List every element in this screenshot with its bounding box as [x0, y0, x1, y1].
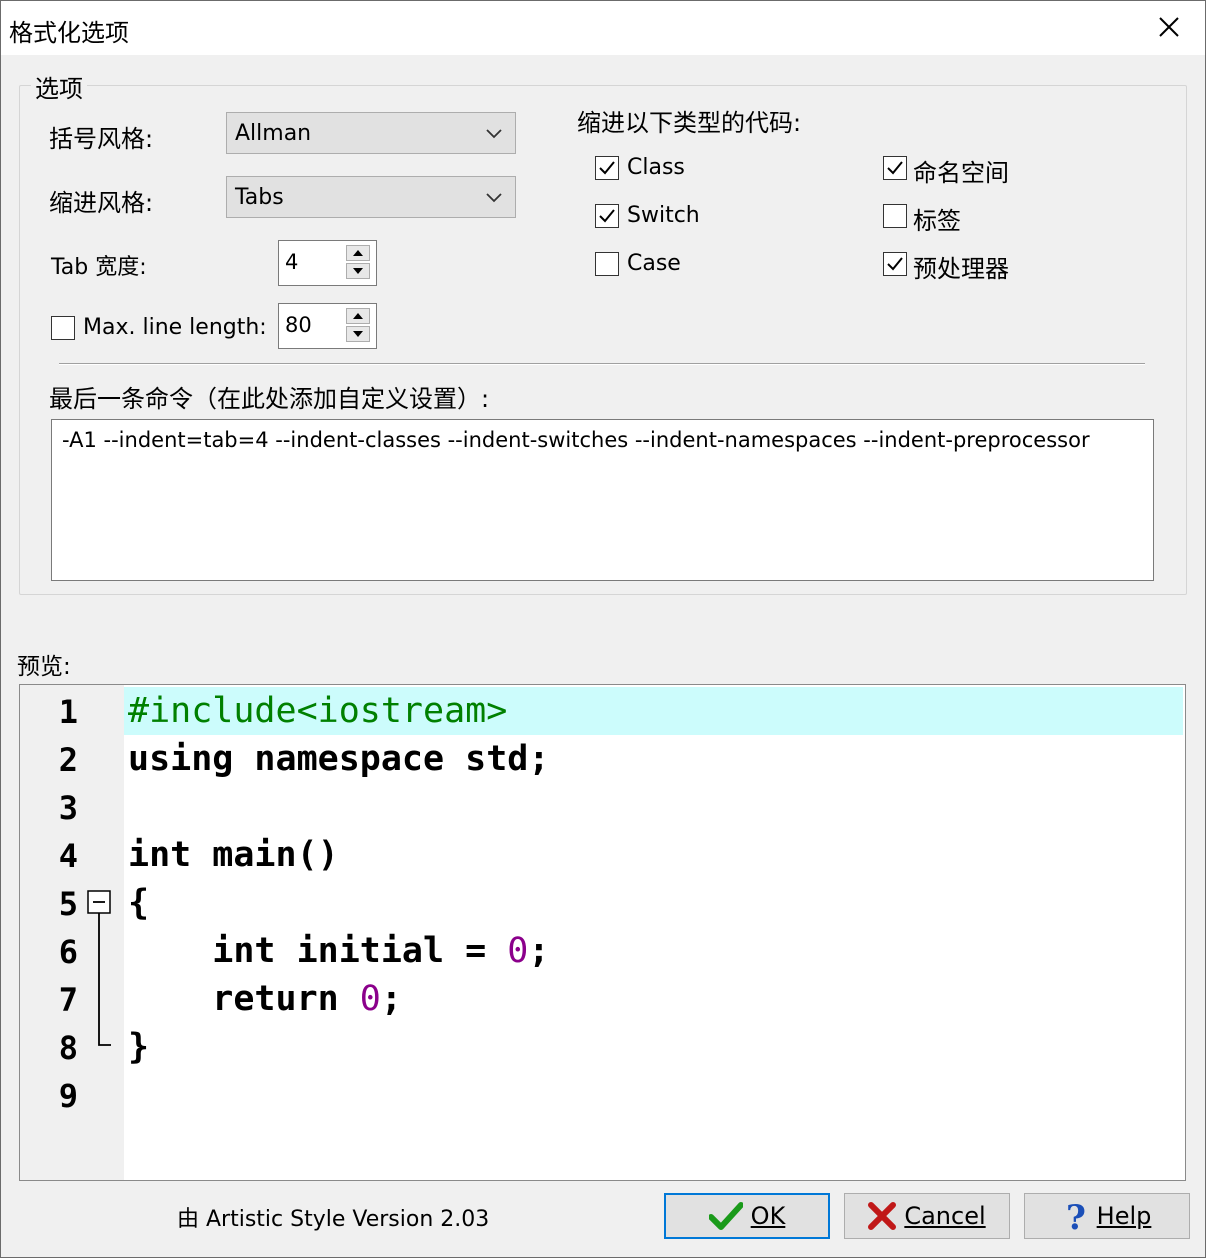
line-number: 1	[58, 693, 78, 731]
tab-width-label: Tab 宽度:	[51, 255, 147, 280]
help-label: Help	[1096, 1202, 1152, 1230]
preprocessor-checkbox[interactable]	[883, 252, 907, 276]
ok-button[interactable]: OK	[664, 1193, 830, 1239]
preview-label: 预览:	[17, 654, 71, 680]
options-group-title: 选项	[31, 69, 87, 104]
code-line-4: int main()	[128, 835, 339, 875]
line-number: 5	[58, 885, 78, 923]
indent-style-value: Tabs	[235, 184, 284, 210]
tab-width-spinner[interactable]: 4	[278, 240, 377, 286]
arrow-up-icon	[353, 250, 363, 256]
bracket-style-label: 括号风格:	[49, 125, 154, 153]
tab-width-up-button[interactable]	[346, 245, 370, 261]
ok-label: OK	[750, 1202, 786, 1230]
help-question-icon: ?	[1066, 1199, 1086, 1233]
line-number: 2	[58, 741, 78, 779]
help-button[interactable]: ? Help	[1024, 1193, 1190, 1239]
arrow-up-icon	[353, 313, 363, 319]
arrow-down-icon	[353, 268, 363, 274]
cancel-button[interactable]: Cancel	[844, 1193, 1010, 1239]
switch-checkbox[interactable]	[595, 204, 619, 228]
arrow-down-icon	[353, 331, 363, 337]
label-checkbox[interactable]	[883, 204, 907, 228]
code-line-7: return 0;	[128, 979, 402, 1019]
max-line-length-value: 80	[285, 313, 312, 337]
line-number: 8	[58, 1029, 78, 1067]
chevron-down-icon	[486, 193, 502, 203]
namespace-label: 命名空间	[913, 159, 1009, 187]
svg-text:?: ?	[1066, 1199, 1086, 1233]
line-number: 4	[58, 837, 78, 875]
indent-types-label: 缩进以下类型的代码:	[577, 109, 802, 137]
cancel-x-icon	[868, 1202, 897, 1230]
max-line-length-spinner[interactable]: 80	[278, 303, 377, 349]
command-textarea[interactable]: -A1 --indent=tab=4 --indent-classes --in…	[51, 419, 1154, 581]
close-button[interactable]	[1139, 3, 1199, 51]
tab-width-value: 4	[285, 250, 299, 274]
fold-collapse-icon[interactable]	[87, 890, 113, 1050]
switch-label: Switch	[627, 203, 700, 228]
cancel-label: Cancel	[904, 1202, 986, 1230]
code-line-5: {	[128, 883, 150, 923]
separator	[59, 363, 1145, 365]
line-number: 9	[58, 1077, 78, 1115]
check-icon	[887, 161, 903, 175]
check-icon	[599, 209, 615, 223]
command-text: -A1 --indent=tab=4 --indent-classes --in…	[62, 428, 1090, 452]
bracket-style-value: Allman	[235, 120, 312, 146]
indent-style-select[interactable]: Tabs	[226, 176, 516, 218]
window-title: 格式化选项	[9, 19, 129, 47]
code-line-1: #include<iostream>	[128, 691, 508, 731]
checkmark-icon	[708, 1202, 743, 1230]
close-icon	[1159, 17, 1179, 37]
line-number: 6	[58, 933, 78, 971]
line-number: 7	[58, 981, 78, 1019]
class-label: Class	[627, 155, 685, 180]
format-options-dialog: 格式化选项 选项 括号风格: Allman 缩进风格: Tabs Tab 宽度:…	[0, 0, 1206, 1258]
max-line-length-checkbox[interactable]	[51, 316, 75, 340]
code-line-2: using namespace std;	[128, 739, 550, 779]
code-line-6: int initial = 0;	[128, 931, 550, 971]
title-bar: 格式化选项	[1, 1, 1205, 55]
preprocessor-label: 预处理器	[913, 255, 1009, 283]
max-line-length-label: Max. line length:	[83, 315, 267, 340]
max-line-up-button[interactable]	[346, 308, 370, 324]
case-label: Case	[627, 251, 681, 276]
tab-width-down-button[interactable]	[346, 263, 370, 279]
indent-style-label: 缩进风格:	[49, 189, 154, 217]
class-checkbox[interactable]	[595, 156, 619, 180]
check-icon	[887, 257, 903, 271]
chevron-down-icon	[486, 129, 502, 139]
code-line-8: }	[128, 1027, 150, 1067]
command-label: 最后一条命令（在此处添加自定义设置）:	[49, 385, 490, 413]
namespace-checkbox[interactable]	[883, 156, 907, 180]
case-checkbox[interactable]	[595, 252, 619, 276]
bracket-style-select[interactable]: Allman	[226, 112, 516, 154]
label-label: 标签	[913, 207, 961, 235]
version-text: 由 Artistic Style Version 2.03	[177, 1207, 490, 1232]
preview-editor[interactable]: 1 2 3 4 5 6 7 8 9 #include<iostream> usi…	[19, 684, 1186, 1181]
line-number: 3	[58, 789, 78, 827]
check-icon	[599, 161, 615, 175]
max-line-down-button[interactable]	[346, 326, 370, 342]
